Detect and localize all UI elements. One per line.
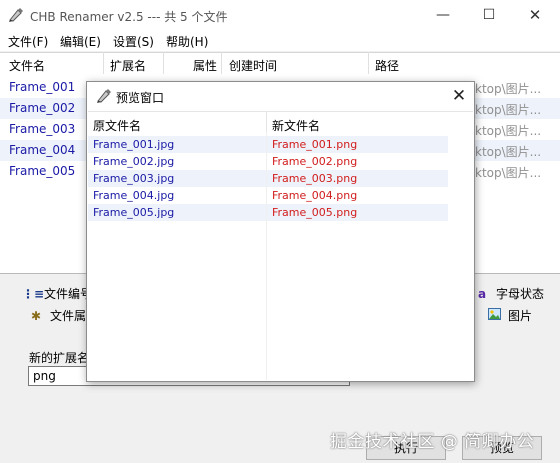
preview-window-icon [97, 89, 111, 103]
menu-edit[interactable]: 编辑(E) [60, 33, 101, 50]
column-header-extension[interactable]: 扩展名 [110, 57, 146, 74]
column-divider[interactable] [266, 111, 267, 132]
new-filename: Frame_005.png [272, 206, 358, 219]
letter-status-label: 字母状态 [496, 287, 545, 301]
numbered-list-icon: ⋮≡ [22, 287, 45, 301]
new-filename: Frame_003.png [272, 172, 358, 185]
column-header-created[interactable]: 创建时间 [229, 57, 277, 74]
row-path: ktop\图片... [475, 82, 542, 96]
original-filename: Frame_003.jpg [93, 172, 175, 185]
file-number-label: 文件编号 [44, 287, 93, 301]
watermark: 掘金技术社区 @ 简卿办公 [330, 432, 535, 452]
column-header-attributes[interactable]: 属性 [193, 57, 217, 74]
row-filename: Frame_003 [9, 122, 76, 136]
app-icon [9, 8, 23, 22]
image-label: 图片 [508, 309, 533, 323]
row-filename: Frame_002 [9, 101, 76, 115]
row-filename: Frame_001 [9, 80, 76, 94]
column-divider[interactable] [221, 52, 222, 74]
maximize-button[interactable]: ☐ [466, 0, 512, 31]
new-extension-label: 新的扩展名 [29, 351, 90, 365]
original-filename: Frame_005.jpg [93, 206, 175, 219]
file-attr-label: 文件属 [50, 309, 87, 323]
column-divider[interactable] [103, 52, 104, 74]
menu-help[interactable]: 帮助(H) [166, 33, 208, 50]
window-title: CHB Renamer v2.5 --- 共 5 个文件 [30, 10, 228, 24]
original-filename: Frame_002.jpg [93, 155, 175, 168]
menu-settings[interactable]: 设置(S) [113, 33, 154, 50]
new-filename: Frame_001.png [272, 138, 358, 151]
image-tab[interactable]: 图片 [486, 307, 532, 329]
row-path: ktop\图片... [475, 124, 542, 138]
row-path: ktop\图片... [475, 103, 542, 117]
column-divider [266, 132, 267, 380]
image-icon [486, 308, 502, 323]
close-button[interactable]: ✕ [512, 0, 558, 31]
original-filename: Frame_001.jpg [93, 138, 175, 151]
file-attr-tab[interactable]: ✱ 文件属 [28, 307, 86, 329]
row-filename: Frame_005 [9, 164, 76, 178]
file-number-tab[interactable]: ⋮≡文件编号 [22, 285, 92, 307]
column-divider[interactable] [368, 52, 369, 74]
column-header-path[interactable]: 路径 [375, 57, 399, 74]
column-divider[interactable] [163, 52, 164, 74]
dialog-title: 预览窗口 [116, 91, 165, 105]
dialog-close-button[interactable]: ✕ [444, 84, 474, 108]
gear-icon: ✱ [30, 309, 42, 323]
row-path: ktop\图片... [475, 166, 542, 180]
new-filename: Frame_002.png [272, 155, 358, 168]
row-filename: Frame_004 [9, 143, 76, 157]
letter-status-tab[interactable]: a 字母状态 [474, 285, 544, 307]
minimize-button[interactable]: — [420, 0, 466, 31]
menu-file[interactable]: 文件(F) [8, 33, 48, 50]
letter-case-icon: a [477, 287, 487, 301]
original-filename: Frame_004.jpg [93, 189, 175, 202]
column-header-filename[interactable]: 文件名 [9, 57, 45, 74]
row-path: ktop\图片... [475, 145, 542, 159]
column-header-new-name[interactable]: 新文件名 [272, 117, 320, 134]
new-filename: Frame_004.png [272, 189, 358, 202]
column-header-original-name[interactable]: 原文件名 [93, 117, 141, 134]
